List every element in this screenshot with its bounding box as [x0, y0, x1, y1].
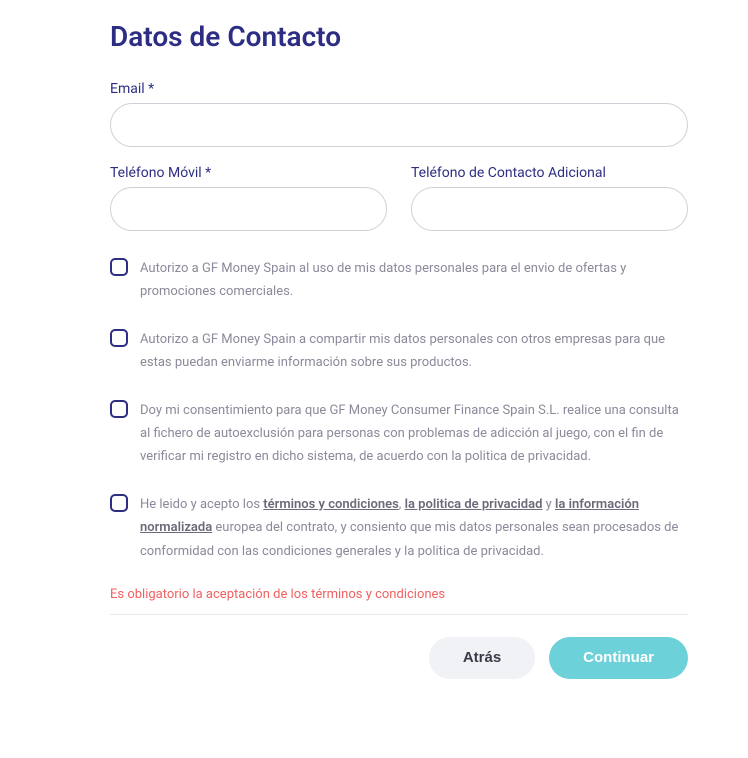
- terms-checkbox-label: He leido y acepto los términos y condici…: [140, 493, 688, 563]
- continue-button[interactable]: Continuar: [549, 637, 688, 679]
- additional-phone-label-text: Teléfono de Contacto Adicional: [411, 165, 606, 181]
- email-label: Email *: [110, 81, 688, 97]
- sharing-checkbox[interactable]: [110, 329, 128, 347]
- additional-phone-label: Teléfono de Contacto Adicional: [411, 165, 688, 181]
- mobile-input[interactable]: [110, 187, 387, 231]
- terms-text-prefix: He leido y acepto los: [140, 497, 263, 512]
- terms-checkbox[interactable]: [110, 494, 128, 512]
- email-label-text: Email: [110, 81, 145, 97]
- consent-checkbox-label: Doy mi consentimiento para que GF Money …: [140, 399, 688, 469]
- mobile-label-text: Teléfono Móvil: [110, 165, 202, 181]
- back-button[interactable]: Atrás: [429, 637, 535, 679]
- mobile-label: Teléfono Móvil *: [110, 165, 387, 181]
- terms-error-message: Es obligatorio la aceptación de los térm…: [110, 587, 688, 602]
- sharing-checkbox-label: Autorizo a GF Money Spain a compartir mi…: [140, 328, 688, 375]
- additional-phone-input[interactable]: [411, 187, 688, 231]
- terms-text-suffix: europea del contrato, y consiento que mi…: [140, 520, 678, 558]
- consent-checkbox[interactable]: [110, 400, 128, 418]
- email-input[interactable]: [110, 103, 688, 147]
- marketing-checkbox[interactable]: [110, 258, 128, 276]
- mobile-required-mark: *: [205, 165, 211, 181]
- page-title: Datos de Contacto: [110, 20, 688, 53]
- terms-conditions-link[interactable]: términos y condiciones: [263, 497, 398, 512]
- email-required-mark: *: [148, 81, 154, 97]
- privacy-policy-link[interactable]: la politica de privacidad: [405, 497, 543, 512]
- terms-sep2: y: [542, 497, 555, 512]
- marketing-checkbox-label: Autorizo a GF Money Spain al uso de mis …: [140, 257, 688, 304]
- section-divider: [110, 614, 688, 615]
